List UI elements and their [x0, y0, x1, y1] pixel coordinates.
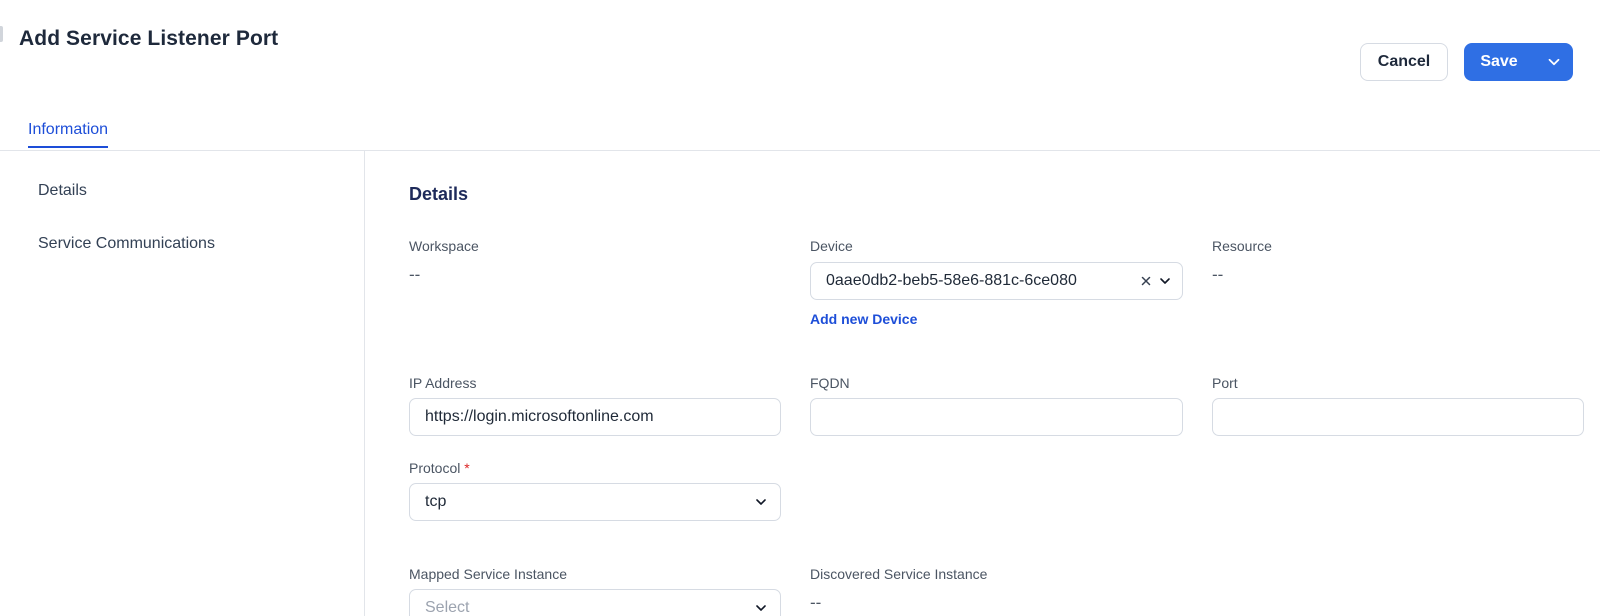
cancel-button[interactable]: Cancel	[1360, 43, 1448, 81]
clear-icon[interactable]	[1140, 275, 1152, 287]
ip-address-label: IP Address	[409, 375, 477, 391]
tab-information[interactable]: Information	[28, 121, 109, 148]
device-select[interactable]: 0aae0db2-beb5-58e6-881c-6ce080	[810, 262, 1183, 300]
protocol-label-text: Protocol	[409, 460, 461, 476]
save-options-button[interactable]	[1534, 43, 1573, 81]
save-split-button: Save	[1464, 43, 1573, 81]
protocol-select-value: tcp	[425, 493, 447, 510]
chevron-down-icon	[1158, 274, 1172, 288]
mapped-service-instance-label: Mapped Service Instance	[409, 566, 567, 582]
protocol-label: Protocol *	[409, 460, 470, 476]
discovered-service-instance-value: --	[810, 593, 822, 612]
required-marker: *	[464, 460, 470, 476]
device-select-value: 0aae0db2-beb5-58e6-881c-6ce080	[826, 272, 1077, 289]
sidebar-item-service-communications[interactable]: Service Communications	[38, 235, 215, 253]
chevron-down-icon	[1548, 58, 1559, 66]
mapped-service-instance-select[interactable]: Select	[409, 589, 781, 616]
ip-address-value: https://login.microsoftonline.com	[425, 408, 654, 425]
add-new-device-link[interactable]: Add new Device	[810, 311, 917, 327]
page-title: Add Service Listener Port	[19, 27, 279, 50]
ip-address-input[interactable]: https://login.microsoftonline.com	[409, 398, 781, 436]
sidebar-divider	[364, 151, 365, 616]
discovered-service-instance-label: Discovered Service Instance	[810, 566, 988, 582]
resource-label: Resource	[1212, 238, 1272, 254]
window-edge-marker	[0, 26, 3, 42]
save-button[interactable]: Save	[1464, 43, 1534, 81]
workspace-value: --	[409, 265, 421, 284]
resource-value: --	[1212, 265, 1224, 284]
port-label: Port	[1212, 375, 1238, 391]
chevron-down-icon	[754, 495, 768, 509]
device-label: Device	[810, 238, 853, 254]
section-title: Details	[409, 184, 469, 204]
sidebar-item-details[interactable]: Details	[38, 182, 87, 200]
chevron-down-icon	[754, 601, 768, 615]
fqdn-input[interactable]	[810, 398, 1183, 436]
tabs-divider	[0, 150, 1600, 151]
protocol-select[interactable]: tcp	[409, 483, 781, 521]
workspace-label: Workspace	[409, 238, 479, 254]
mapped-service-instance-placeholder: Select	[425, 599, 470, 616]
fqdn-label: FQDN	[810, 375, 850, 391]
port-input[interactable]	[1212, 398, 1584, 436]
